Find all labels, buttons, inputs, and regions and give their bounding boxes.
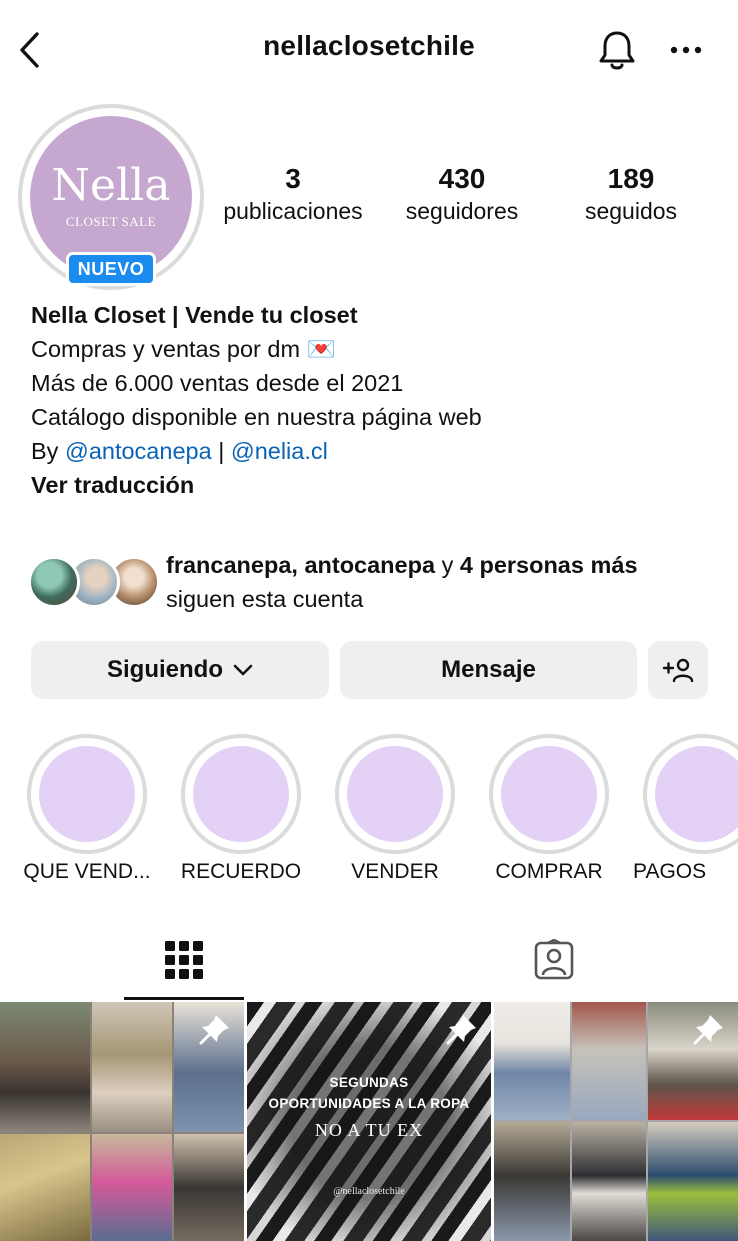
followed-by-others: 4 personas más bbox=[459, 552, 638, 578]
pin-icon bbox=[693, 1015, 723, 1045]
following-button-label: Siguiendo bbox=[107, 656, 223, 683]
highlight-ring bbox=[643, 734, 738, 854]
bio-line-1-text: Compras y ventas por dm bbox=[31, 336, 301, 362]
photo-collage-tile bbox=[494, 1122, 570, 1241]
followed-by-line-1: francanepa, antocanepa y 4 personas más bbox=[166, 548, 638, 582]
suggested-users-button[interactable] bbox=[648, 641, 708, 699]
highlight-ring bbox=[335, 734, 455, 854]
post-thumbnail[interactable] bbox=[494, 1002, 738, 1241]
followed-by-suffix: siguen esta cuenta bbox=[166, 586, 364, 612]
tab-posts-grid[interactable] bbox=[124, 920, 244, 1000]
bio-line-4: By @antocanepa | @nelia.cl bbox=[31, 434, 721, 468]
highlight-label: RECUERDO bbox=[180, 860, 302, 883]
new-badge: NUEVO bbox=[66, 252, 156, 286]
followed-by-names: francanepa, antocanepa bbox=[166, 552, 436, 578]
highlight-item[interactable]: COMPRAR bbox=[489, 734, 609, 883]
following-button[interactable]: Siguiendo bbox=[31, 641, 329, 699]
followed-by-connector: y bbox=[435, 552, 460, 578]
highlight-cover bbox=[193, 746, 289, 842]
photo-collage-tile bbox=[174, 1134, 244, 1241]
post-text-line-1: SEGUNDAS bbox=[329, 1075, 409, 1090]
highlight-cover bbox=[347, 746, 443, 842]
highlight-ring bbox=[489, 734, 609, 854]
bio-line-3: Catálogo disponible en nuestra página we… bbox=[31, 404, 482, 430]
more-options-button[interactable] bbox=[664, 30, 708, 70]
message-button[interactable]: Mensaje bbox=[340, 641, 637, 699]
highlight-cover bbox=[501, 746, 597, 842]
stat-posts[interactable]: 3 publicaciones bbox=[208, 162, 378, 226]
see-translation-link[interactable]: Ver traducción bbox=[31, 468, 721, 502]
love-letter-emoji-icon: 💌 bbox=[306, 336, 336, 362]
profile-display-name: Nella Closet | Vende tu closet bbox=[31, 302, 358, 328]
followed-by-text: francanepa, antocanepa y 4 personas más … bbox=[166, 548, 638, 616]
followed-by-row[interactable]: francanepa, antocanepa y 4 personas más … bbox=[28, 548, 728, 618]
photo-collage-tile bbox=[648, 1122, 738, 1241]
highlight-item[interactable]: RECUERDO bbox=[181, 734, 301, 883]
stat-followers[interactable]: 430 seguidores bbox=[377, 162, 547, 226]
photo-collage-tile bbox=[92, 1002, 172, 1132]
bio-link-nelia[interactable]: @nelia.cl bbox=[231, 438, 328, 464]
pin-icon bbox=[446, 1015, 476, 1045]
pin-icon bbox=[199, 1015, 229, 1045]
highlight-cover bbox=[655, 746, 738, 842]
highlight-label: QUE VEND... bbox=[23, 860, 151, 883]
profile-bio: Nella Closet | Vende tu closet Compras y… bbox=[31, 298, 721, 502]
bio-link-antocanepa[interactable]: @antocanepa bbox=[65, 438, 212, 464]
stat-followers-count: 430 bbox=[438, 163, 486, 194]
chevron-down-icon bbox=[233, 664, 253, 676]
post-text-subline: NO A TU EX bbox=[314, 1120, 424, 1140]
stat-following[interactable]: 189 seguidos bbox=[546, 162, 716, 226]
more-dots-icon bbox=[670, 46, 702, 54]
highlight-label: PAGOS bbox=[633, 860, 707, 883]
profile-header: nellaclosetchile bbox=[0, 0, 738, 100]
stat-following-label: seguidos bbox=[584, 198, 678, 224]
stat-following-count: 189 bbox=[607, 163, 655, 194]
photo-collage-tile bbox=[572, 1122, 646, 1241]
grid-icon bbox=[165, 941, 203, 979]
highlight-cover bbox=[39, 746, 135, 842]
photo-collage-tile bbox=[0, 1134, 90, 1241]
add-user-icon bbox=[662, 658, 694, 683]
photo-collage-tile bbox=[494, 1002, 570, 1120]
photo-collage-tile bbox=[0, 1002, 90, 1132]
stat-posts-count: 3 bbox=[285, 163, 301, 194]
stat-followers-label: seguidores bbox=[405, 198, 519, 224]
photo-collage-tile bbox=[92, 1134, 172, 1241]
highlight-ring bbox=[27, 734, 147, 854]
post-thumbnail[interactable]: SEGUNDAS OPORTUNIDADES A LA ROPA NO A TU… bbox=[247, 1002, 491, 1241]
tagged-person-icon bbox=[534, 939, 574, 980]
highlight-item[interactable]: VENDER bbox=[335, 734, 455, 883]
avatar-brand-text: Nella bbox=[51, 160, 171, 211]
bio-line-2: Más de 6.000 ventas desde el 2021 bbox=[31, 370, 404, 396]
bell-icon bbox=[599, 31, 635, 70]
stat-posts-label: publicaciones bbox=[223, 198, 363, 224]
highlight-item[interactable]: PAGOS bbox=[633, 734, 738, 883]
message-button-label: Mensaje bbox=[441, 656, 536, 683]
notifications-button[interactable] bbox=[594, 28, 640, 74]
highlight-ring bbox=[181, 734, 301, 854]
photo-collage-tile bbox=[572, 1002, 646, 1120]
highlight-label: VENDER bbox=[351, 860, 439, 883]
avatar-sub-text: CLOSET SALE bbox=[65, 214, 157, 229]
follower-avatar bbox=[28, 556, 80, 608]
post-text-line-2: OPORTUNIDADES A LA ROPA bbox=[268, 1096, 470, 1111]
bio-separator: | bbox=[211, 438, 231, 464]
post-thumbnail[interactable] bbox=[0, 1002, 244, 1241]
active-tab-indicator bbox=[124, 997, 244, 1000]
highlight-label: COMPRAR bbox=[495, 860, 603, 883]
highlight-item[interactable]: QUE VEND... bbox=[23, 734, 151, 883]
post-text-handle: @nellaclosetchile bbox=[333, 1186, 405, 1197]
tab-tagged[interactable] bbox=[494, 920, 614, 1000]
bio-line-1: Compras y ventas por dm 💌 bbox=[31, 332, 721, 366]
bio-by-prefix: By bbox=[31, 438, 65, 464]
post-text-headline: SEGUNDAS OPORTUNIDADES A LA ROPA bbox=[247, 1072, 491, 1114]
